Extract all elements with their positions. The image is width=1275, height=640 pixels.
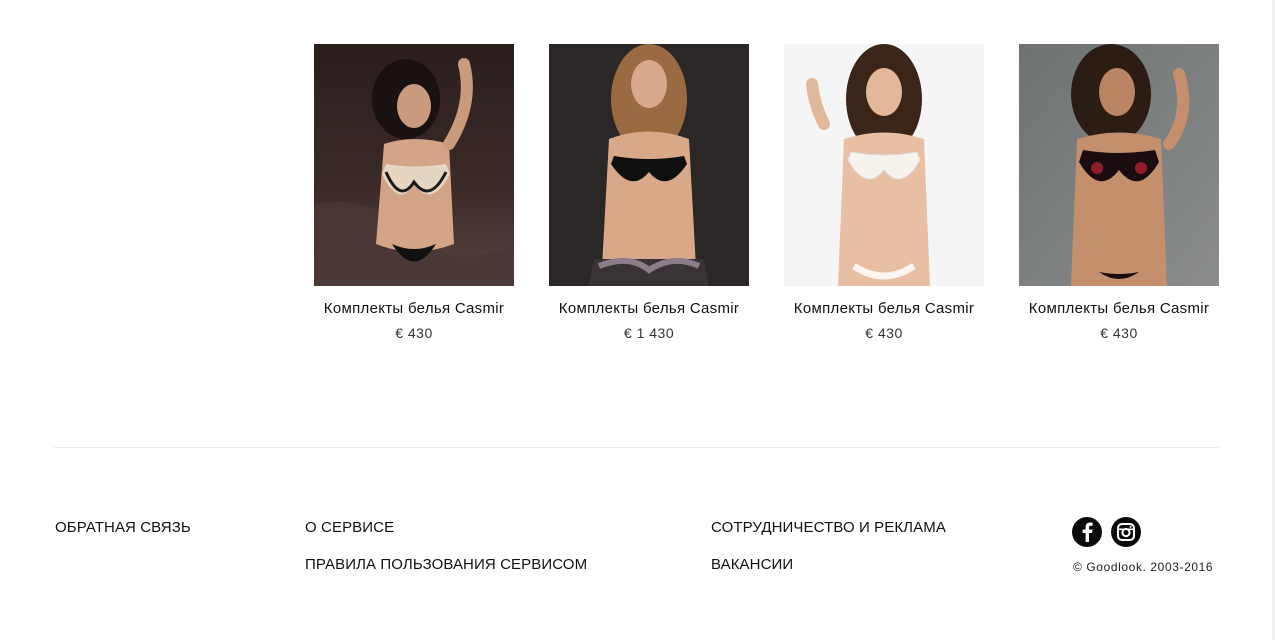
product-price: € 430: [865, 325, 903, 341]
social-links: [1072, 517, 1141, 547]
footer-link-terms[interactable]: ПРАВИЛА ПОЛЬЗОВАНИЯ СЕРВИСОМ: [305, 556, 587, 574]
product-photo-model-1: [314, 44, 514, 286]
footer-link-about[interactable]: О СЕРВИСЕ: [305, 519, 394, 537]
footer-link-vacancies[interactable]: ВАКАНСИИ: [711, 556, 793, 574]
instagram-icon[interactable]: [1111, 517, 1141, 547]
facebook-icon[interactable]: [1072, 517, 1102, 547]
product-card[interactable]: Комплекты белья Casmir € 430: [1019, 44, 1219, 342]
product-title[interactable]: Комплекты белья Casmir: [1019, 300, 1219, 318]
product-image[interactable]: [314, 44, 514, 286]
product-title[interactable]: Комплекты белья Casmir: [549, 300, 749, 318]
product-photo-model-3: [784, 44, 984, 286]
page: Комплекты белья Casmir € 430 Комплекты б…: [0, 0, 1275, 640]
product-title[interactable]: Комплекты белья Casmir: [784, 300, 984, 318]
product-grid: Комплекты белья Casmir € 430 Комплекты б…: [0, 44, 1275, 364]
product-price: € 430: [395, 325, 433, 341]
footer-link-feedback[interactable]: ОБРАТНАЯ СВЯЗЬ: [55, 519, 191, 537]
copyright: © Goodlook. 2003-2016: [1073, 560, 1214, 574]
product-photo-model-2: [549, 44, 749, 286]
footer-divider: [54, 447, 1219, 448]
product-image[interactable]: [549, 44, 749, 286]
product-card[interactable]: Комплекты белья Casmir € 430: [314, 44, 514, 342]
product-image[interactable]: [1019, 44, 1219, 286]
product-price: € 1 430: [623, 325, 675, 341]
product-title[interactable]: Комплекты белья Casmir: [314, 300, 514, 318]
product-card[interactable]: Комплекты белья Casmir € 1 430: [549, 44, 749, 342]
product-photo-model-4: [1019, 44, 1219, 286]
product-card[interactable]: Комплекты белья Casmir € 430: [784, 44, 984, 342]
footer-link-partnership[interactable]: СОТРУДНИЧЕСТВО И РЕКЛАМА: [711, 519, 946, 537]
product-image[interactable]: [784, 44, 984, 286]
product-price: € 430: [1100, 325, 1138, 341]
